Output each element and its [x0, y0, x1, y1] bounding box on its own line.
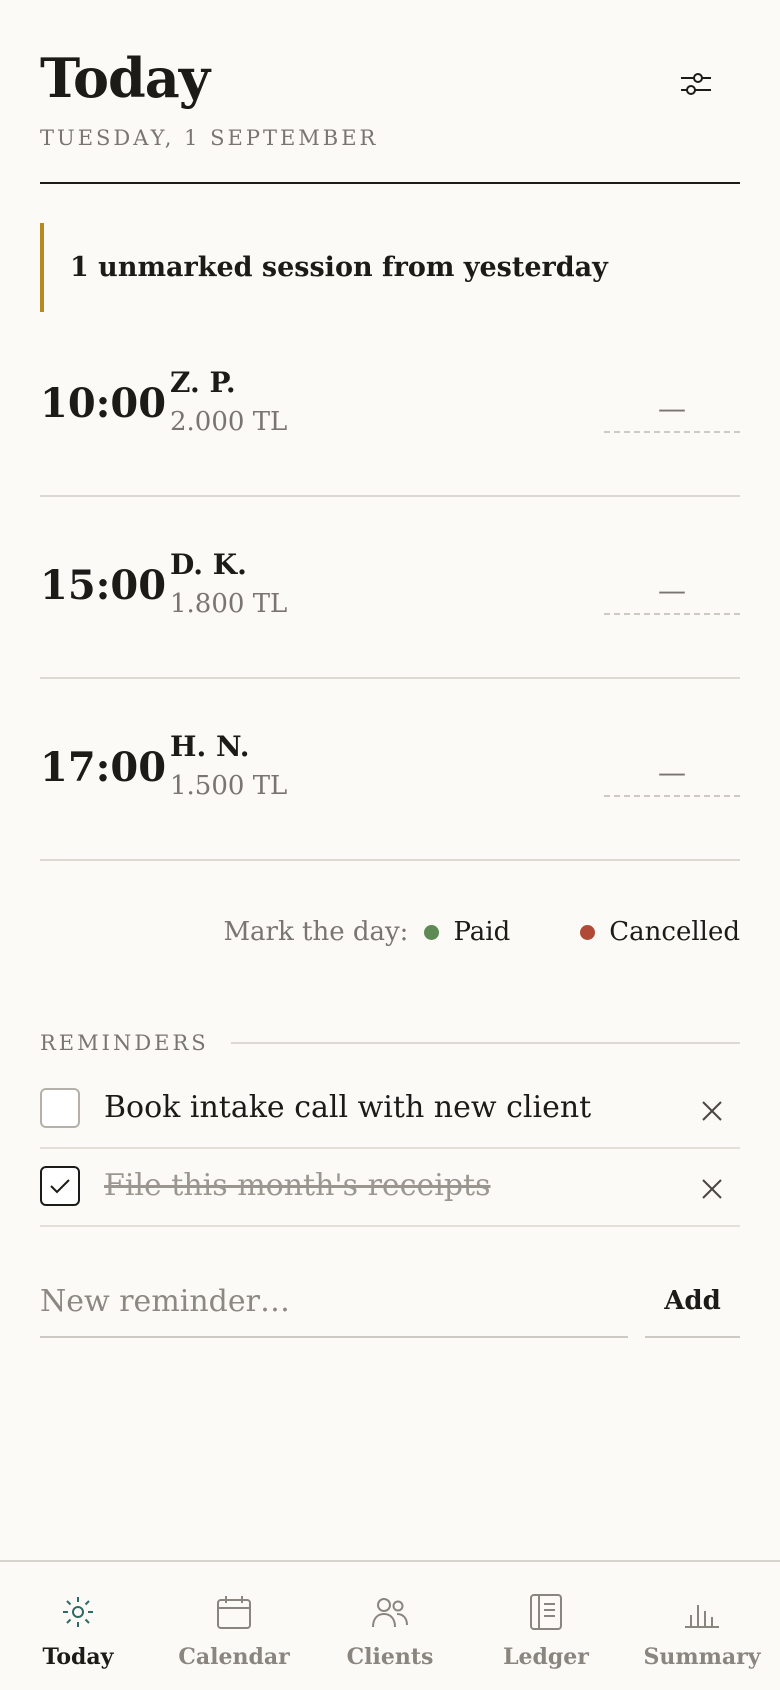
reminder-text: File this month's receipts	[104, 1168, 491, 1203]
cancelled-label: Cancelled	[609, 917, 740, 947]
date-subtitle: TUESDAY, 1 SEPTEMBER	[40, 126, 379, 150]
reminders-divider	[230, 1042, 740, 1044]
filter-button[interactable]	[670, 62, 722, 106]
session-client: H. N.	[170, 730, 250, 763]
reminder-checkbox[interactable]	[40, 1166, 80, 1206]
reminder-checkbox[interactable]	[40, 1088, 80, 1128]
cancelled-dot-icon	[580, 924, 596, 940]
tab-clients[interactable]: Clients	[312, 1562, 468, 1690]
reminder-item: Book intake call with new client	[40, 1071, 740, 1149]
reminders-heading: REMINDERS	[40, 1031, 209, 1055]
ledger-icon	[530, 1594, 562, 1630]
reminder-text: Book intake call with new client	[104, 1090, 592, 1125]
session-row[interactable]: 10:00 Z. P. 2.000 TL —	[40, 315, 740, 497]
tab-summary[interactable]: Summary	[624, 1562, 780, 1690]
delete-reminder-button[interactable]	[694, 1171, 730, 1207]
session-fee: 1.800 TL	[170, 589, 288, 619]
alert-text: 1 unmarked session from yesterday	[70, 252, 608, 283]
session-row[interactable]: 17:00 H. N. 1.500 TL —	[40, 679, 740, 861]
tab-label: Summary	[643, 1644, 761, 1670]
calendar-icon	[217, 1596, 251, 1629]
bottom-tab-bar: Today Calendar Clients Ledger Summary	[0, 1560, 780, 1690]
close-icon	[702, 1101, 722, 1121]
session-status-field[interactable]: —	[604, 385, 740, 433]
tab-today[interactable]: Today	[0, 1562, 156, 1690]
delete-reminder-button[interactable]	[694, 1093, 730, 1129]
header-divider	[40, 182, 740, 184]
new-reminder-input[interactable]	[40, 1266, 628, 1338]
checkmark-icon	[50, 1179, 70, 1194]
paid-dot-icon	[424, 924, 440, 940]
session-status-field[interactable]: —	[604, 749, 740, 797]
session-fee: 2.000 TL	[170, 407, 288, 437]
tab-label: Today	[42, 1644, 114, 1670]
mark-day-bar: Mark the day: Paid Cancelled	[223, 912, 740, 952]
session-status-field[interactable]: —	[604, 567, 740, 615]
tab-label: Calendar	[178, 1644, 290, 1670]
paid-label: Paid	[453, 917, 511, 947]
session-client: Z. P.	[170, 366, 236, 399]
sliders-icon	[681, 73, 711, 95]
reminders-header: REMINDERS	[40, 1028, 740, 1058]
close-icon	[702, 1179, 722, 1199]
mark-day-paid-button[interactable]: Paid	[424, 917, 510, 947]
session-row[interactable]: 15:00 D. K. 1.800 TL —	[40, 497, 740, 679]
sun-icon	[63, 1597, 93, 1627]
users-icon	[372, 1598, 408, 1628]
session-time: 17:00	[40, 744, 167, 791]
tab-label: Clients	[346, 1644, 434, 1670]
bar-chart-icon	[685, 1605, 719, 1628]
mark-day-label: Mark the day:	[223, 917, 409, 947]
session-time: 10:00	[40, 380, 167, 427]
tab-calendar[interactable]: Calendar	[156, 1562, 312, 1690]
mark-day-cancelled-button[interactable]: Cancelled	[580, 917, 740, 947]
session-time: 15:00	[40, 562, 167, 609]
session-client: D. K.	[170, 548, 247, 581]
unmarked-session-alert[interactable]: 1 unmarked session from yesterday	[40, 223, 740, 312]
add-reminder-button[interactable]: Add	[645, 1266, 740, 1338]
reminder-item: File this month's receipts	[40, 1149, 740, 1227]
session-fee: 1.500 TL	[170, 771, 288, 801]
tab-ledger[interactable]: Ledger	[468, 1562, 624, 1690]
tab-label: Ledger	[503, 1644, 589, 1670]
page-title: Today	[40, 46, 210, 110]
